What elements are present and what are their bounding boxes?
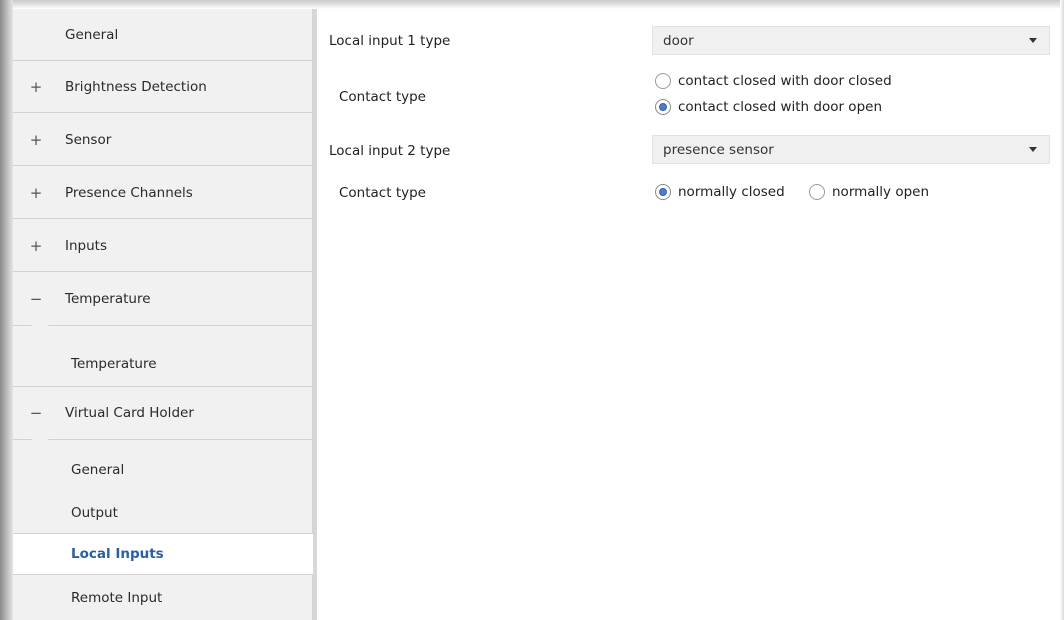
sidebar-item-label: Remote Input [71, 590, 163, 606]
sidebar-item-label: Temperature [71, 356, 157, 372]
sidebar-item-label: Inputs [65, 237, 107, 254]
contact-type-2-label: Contact type [339, 185, 426, 201]
sidebar-item-brightness-detection[interactable]: + Brightness Detection [13, 61, 313, 113]
radio-button-icon [809, 184, 825, 200]
minus-icon[interactable]: − [29, 404, 43, 422]
radio-label: normally open [832, 184, 930, 200]
local-input-2-type-label: Local input 2 type [329, 143, 451, 159]
sidebar-item-label: Brightness Detection [65, 78, 207, 95]
sidebar-item-output[interactable]: Output [13, 492, 313, 534]
group-divider [13, 439, 313, 440]
contact-type-1-label: Contact type [339, 89, 426, 105]
radio-button-icon [655, 73, 671, 89]
sidebar-item-label: General [71, 462, 125, 478]
group-divider [13, 325, 313, 326]
sidebar-item-inputs[interactable]: + Inputs [13, 220, 313, 272]
local-input-2-type-value: presence sensor [663, 141, 774, 158]
sidebar-nav: General + Brightness Detection + Sensor … [13, 9, 315, 620]
radio-button-selected-icon [655, 184, 671, 200]
sidebar-item-remote-input[interactable]: Remote Input [13, 577, 313, 619]
sidebar-item-label: General [65, 26, 119, 43]
sidebar-item-label: Local Inputs [71, 546, 164, 562]
local-input-1-type-value: door [663, 32, 694, 49]
caret-down-icon [1029, 147, 1037, 152]
sidebar-item-label: Sensor [65, 131, 112, 148]
radio-label: contact closed with door closed [678, 73, 892, 89]
radio-button-selected-icon [655, 99, 671, 115]
radio-label: contact closed with door open [678, 99, 882, 115]
local-input-1-type-label: Local input 1 type [329, 33, 451, 49]
radio-contact-closed-door-open[interactable]: contact closed with door open [655, 99, 882, 115]
radio-normally-closed[interactable]: normally closed [655, 184, 785, 200]
local-input-1-type-select[interactable]: door [652, 26, 1050, 55]
sidebar-item-virtual-card-holder[interactable]: − Virtual Card Holder [13, 387, 313, 439]
sidebar-item-label: Presence Channels [65, 184, 193, 201]
sidebar-item-vch-general[interactable]: General [13, 449, 313, 491]
window-frame-right [1060, 0, 1064, 620]
sidebar-item-sensor[interactable]: + Sensor [13, 114, 313, 166]
radio-contact-closed-door-closed[interactable]: contact closed with door closed [655, 73, 892, 89]
plus-icon[interactable]: + [29, 237, 43, 255]
app-window: General + Brightness Detection + Sensor … [0, 0, 1064, 620]
sidebar-item-label: Virtual Card Holder [65, 405, 194, 421]
sidebar-item-label: Output [71, 505, 118, 521]
radio-normally-open[interactable]: normally open [809, 184, 929, 200]
plus-icon[interactable]: + [29, 78, 43, 96]
parameters-panel: Local input 1 type door Contact type con… [317, 9, 1060, 620]
radio-label: normally closed [678, 184, 785, 200]
sidebar-item-temperature[interactable]: Temperature [13, 341, 313, 387]
group-expand-notch [31, 439, 49, 446]
sidebar-item-local-inputs[interactable]: Local Inputs [13, 533, 315, 575]
sidebar-item-temperature-group[interactable]: − Temperature [13, 273, 313, 325]
sidebar-item-general[interactable]: General [13, 9, 313, 61]
window-frame-top [0, 0, 1064, 9]
caret-down-icon [1029, 38, 1037, 43]
sidebar-item-presence-channels[interactable]: + Presence Channels [13, 167, 313, 219]
plus-icon[interactable]: + [29, 131, 43, 149]
local-input-2-type-select[interactable]: presence sensor [652, 135, 1050, 164]
plus-icon[interactable]: + [29, 184, 43, 202]
group-expand-notch [31, 325, 49, 332]
minus-icon[interactable]: − [29, 290, 43, 308]
window-frame-left [0, 0, 13, 620]
sidebar-item-label: Temperature [65, 291, 151, 307]
